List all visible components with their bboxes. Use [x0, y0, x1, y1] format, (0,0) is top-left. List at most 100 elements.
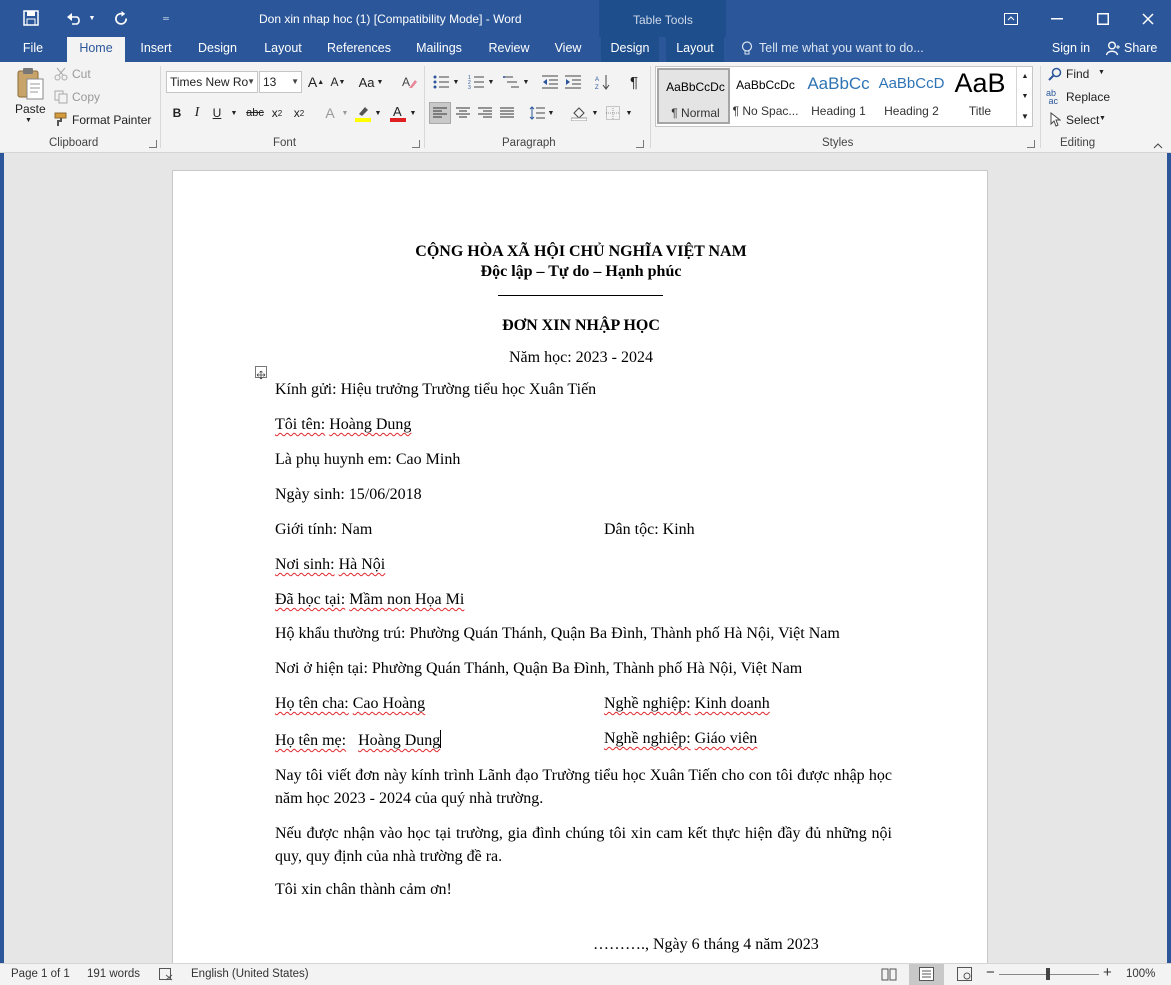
collapse-ribbon-icon[interactable]	[1153, 138, 1163, 152]
text-effects-icon[interactable]: A	[320, 102, 340, 124]
tab-references[interactable]: References	[322, 37, 396, 62]
clipboard-dialog-launcher[interactable]	[149, 140, 157, 148]
bullets-icon[interactable]	[430, 71, 452, 93]
proofing-icon[interactable]	[159, 968, 173, 984]
tab-design[interactable]: Design	[191, 37, 244, 62]
cut-button[interactable]: Cut	[72, 67, 91, 81]
maximize-icon[interactable]	[1080, 0, 1126, 37]
format-painter-button[interactable]: Format Painter	[72, 113, 151, 127]
font-size-combo[interactable]: 13 ▼	[259, 71, 302, 93]
style-heading-1[interactable]: AaBbCc Heading 1	[802, 68, 875, 124]
font-color-icon[interactable]: A	[388, 102, 408, 124]
select-dropdown-icon[interactable]: ▼	[1099, 115, 1106, 122]
clear-formatting-icon[interactable]: A	[398, 71, 420, 93]
style-normal[interactable]: AaBbCcDc ¶ Normal	[657, 68, 730, 124]
copy-button[interactable]: Copy	[72, 90, 100, 104]
word-count[interactable]: 191 words	[87, 968, 140, 980]
paragraph-dialog-launcher[interactable]	[636, 140, 644, 148]
highlight-icon[interactable]	[353, 102, 373, 124]
zoom-level[interactable]: 100%	[1126, 968, 1155, 980]
increase-indent-icon[interactable]	[562, 71, 584, 93]
replace-button[interactable]: Replace	[1066, 90, 1110, 104]
paste-icon[interactable]	[16, 67, 46, 104]
italic-icon[interactable]: I	[188, 102, 206, 124]
page-count[interactable]: Page 1 of 1	[11, 968, 70, 980]
paste-dropdown-icon[interactable]: ▼	[25, 117, 32, 124]
borders-icon[interactable]	[603, 102, 623, 124]
style-no-spacing[interactable]: AaBbCcDc ¶ No Spac...	[729, 68, 802, 124]
font-name-combo[interactable]: Times New Ro ▼	[166, 71, 258, 93]
font-dialog-launcher[interactable]	[412, 140, 420, 148]
multilevel-list-icon[interactable]	[500, 71, 522, 93]
highlight-dropdown-icon[interactable]: ▼	[373, 102, 383, 124]
tab-layout[interactable]: Layout	[255, 37, 311, 62]
shading-dropdown-icon[interactable]: ▼	[590, 102, 600, 124]
style-heading-2[interactable]: AaBbCcD Heading 2	[875, 68, 948, 124]
align-left-icon[interactable]	[429, 102, 451, 124]
table-move-handle-icon[interactable]	[255, 366, 267, 380]
tab-review[interactable]: Review	[482, 37, 536, 62]
justify-icon[interactable]	[496, 102, 518, 124]
bullets-dropdown-icon[interactable]: ▼	[451, 71, 461, 93]
decrease-indent-icon[interactable]	[539, 71, 561, 93]
font-color-dropdown-icon[interactable]: ▼	[408, 102, 418, 124]
read-mode-icon[interactable]	[881, 967, 897, 984]
ribbon-display-options-icon[interactable]	[988, 0, 1034, 37]
select-button[interactable]: Select	[1066, 113, 1099, 127]
strikethrough-icon[interactable]: abc	[244, 102, 266, 124]
superscript-icon[interactable]: x2	[290, 102, 308, 124]
zoom-out-icon[interactable]: −	[986, 965, 995, 981]
align-right-icon[interactable]	[474, 102, 496, 124]
zoom-in-icon[interactable]: +	[1103, 965, 1112, 981]
sort-icon[interactable]: AZ	[592, 71, 614, 93]
tab-file[interactable]: File	[12, 37, 54, 62]
minimize-icon[interactable]	[1034, 0, 1080, 37]
underline-dropdown-icon[interactable]: ▼	[228, 102, 240, 124]
customize-qat-icon[interactable]: ═	[156, 6, 176, 30]
align-center-icon[interactable]	[452, 102, 474, 124]
grow-font-icon[interactable]: A ▲	[306, 71, 326, 93]
document-page[interactable]: CỘNG HÒA XÃ HỘI CHỦ NGHĨA VIỆT NAM Độc l…	[172, 170, 988, 963]
text-effects-dropdown-icon[interactable]: ▼	[340, 102, 350, 124]
line-spacing-icon[interactable]	[527, 102, 547, 124]
styles-up-icon[interactable]: ▲	[1017, 67, 1033, 86]
bold-icon[interactable]: B	[168, 102, 186, 124]
zoom-slider-thumb[interactable]	[1046, 968, 1050, 980]
numbering-icon[interactable]: 123	[465, 71, 487, 93]
find-button[interactable]: Find	[1066, 67, 1089, 81]
tab-table-design[interactable]: Design	[601, 37, 659, 62]
show-formatting-marks-icon[interactable]: ¶	[624, 71, 644, 93]
sign-in-link[interactable]: Sign in	[1046, 37, 1096, 62]
line-spacing-dropdown-icon[interactable]: ▼	[546, 102, 556, 124]
web-layout-icon[interactable]	[957, 967, 972, 984]
tab-home[interactable]: Home	[67, 37, 125, 62]
shading-icon[interactable]	[568, 102, 590, 124]
style-title[interactable]: AaB Title	[947, 68, 1013, 124]
tab-insert[interactable]: Insert	[133, 37, 179, 62]
save-icon[interactable]	[18, 6, 44, 30]
multilevel-dropdown-icon[interactable]: ▼	[521, 71, 531, 93]
subscript-icon[interactable]: x2	[268, 102, 286, 124]
find-dropdown-icon[interactable]: ▼	[1098, 69, 1105, 76]
print-layout-icon[interactable]	[919, 967, 934, 984]
tab-mailings[interactable]: Mailings	[406, 37, 472, 62]
close-icon[interactable]	[1125, 0, 1171, 37]
underline-icon[interactable]: U	[208, 102, 226, 124]
language-indicator[interactable]: English (United States)	[191, 968, 309, 980]
shrink-font-icon[interactable]: A ▼	[328, 71, 348, 93]
tell-me-input[interactable]: Tell me what you want to do...	[759, 37, 924, 62]
undo-icon[interactable]	[62, 6, 86, 30]
share-person-icon[interactable]	[1105, 41, 1121, 59]
numbering-dropdown-icon[interactable]: ▼	[486, 71, 496, 93]
change-case-icon[interactable]: Aa ▼	[356, 71, 386, 93]
styles-dialog-launcher[interactable]	[1027, 140, 1035, 148]
styles-more-icon[interactable]: ▼	[1017, 107, 1033, 126]
redo-icon[interactable]	[108, 6, 134, 30]
borders-dropdown-icon[interactable]: ▼	[624, 102, 634, 124]
undo-dropdown-icon[interactable]: ▼	[86, 6, 98, 30]
tab-table-layout[interactable]: Layout	[666, 37, 724, 62]
share-button[interactable]: Share	[1124, 37, 1157, 62]
styles-down-icon[interactable]: ▼	[1017, 87, 1033, 106]
tab-view[interactable]: View	[546, 37, 590, 62]
paste-label[interactable]: Paste	[15, 102, 46, 116]
